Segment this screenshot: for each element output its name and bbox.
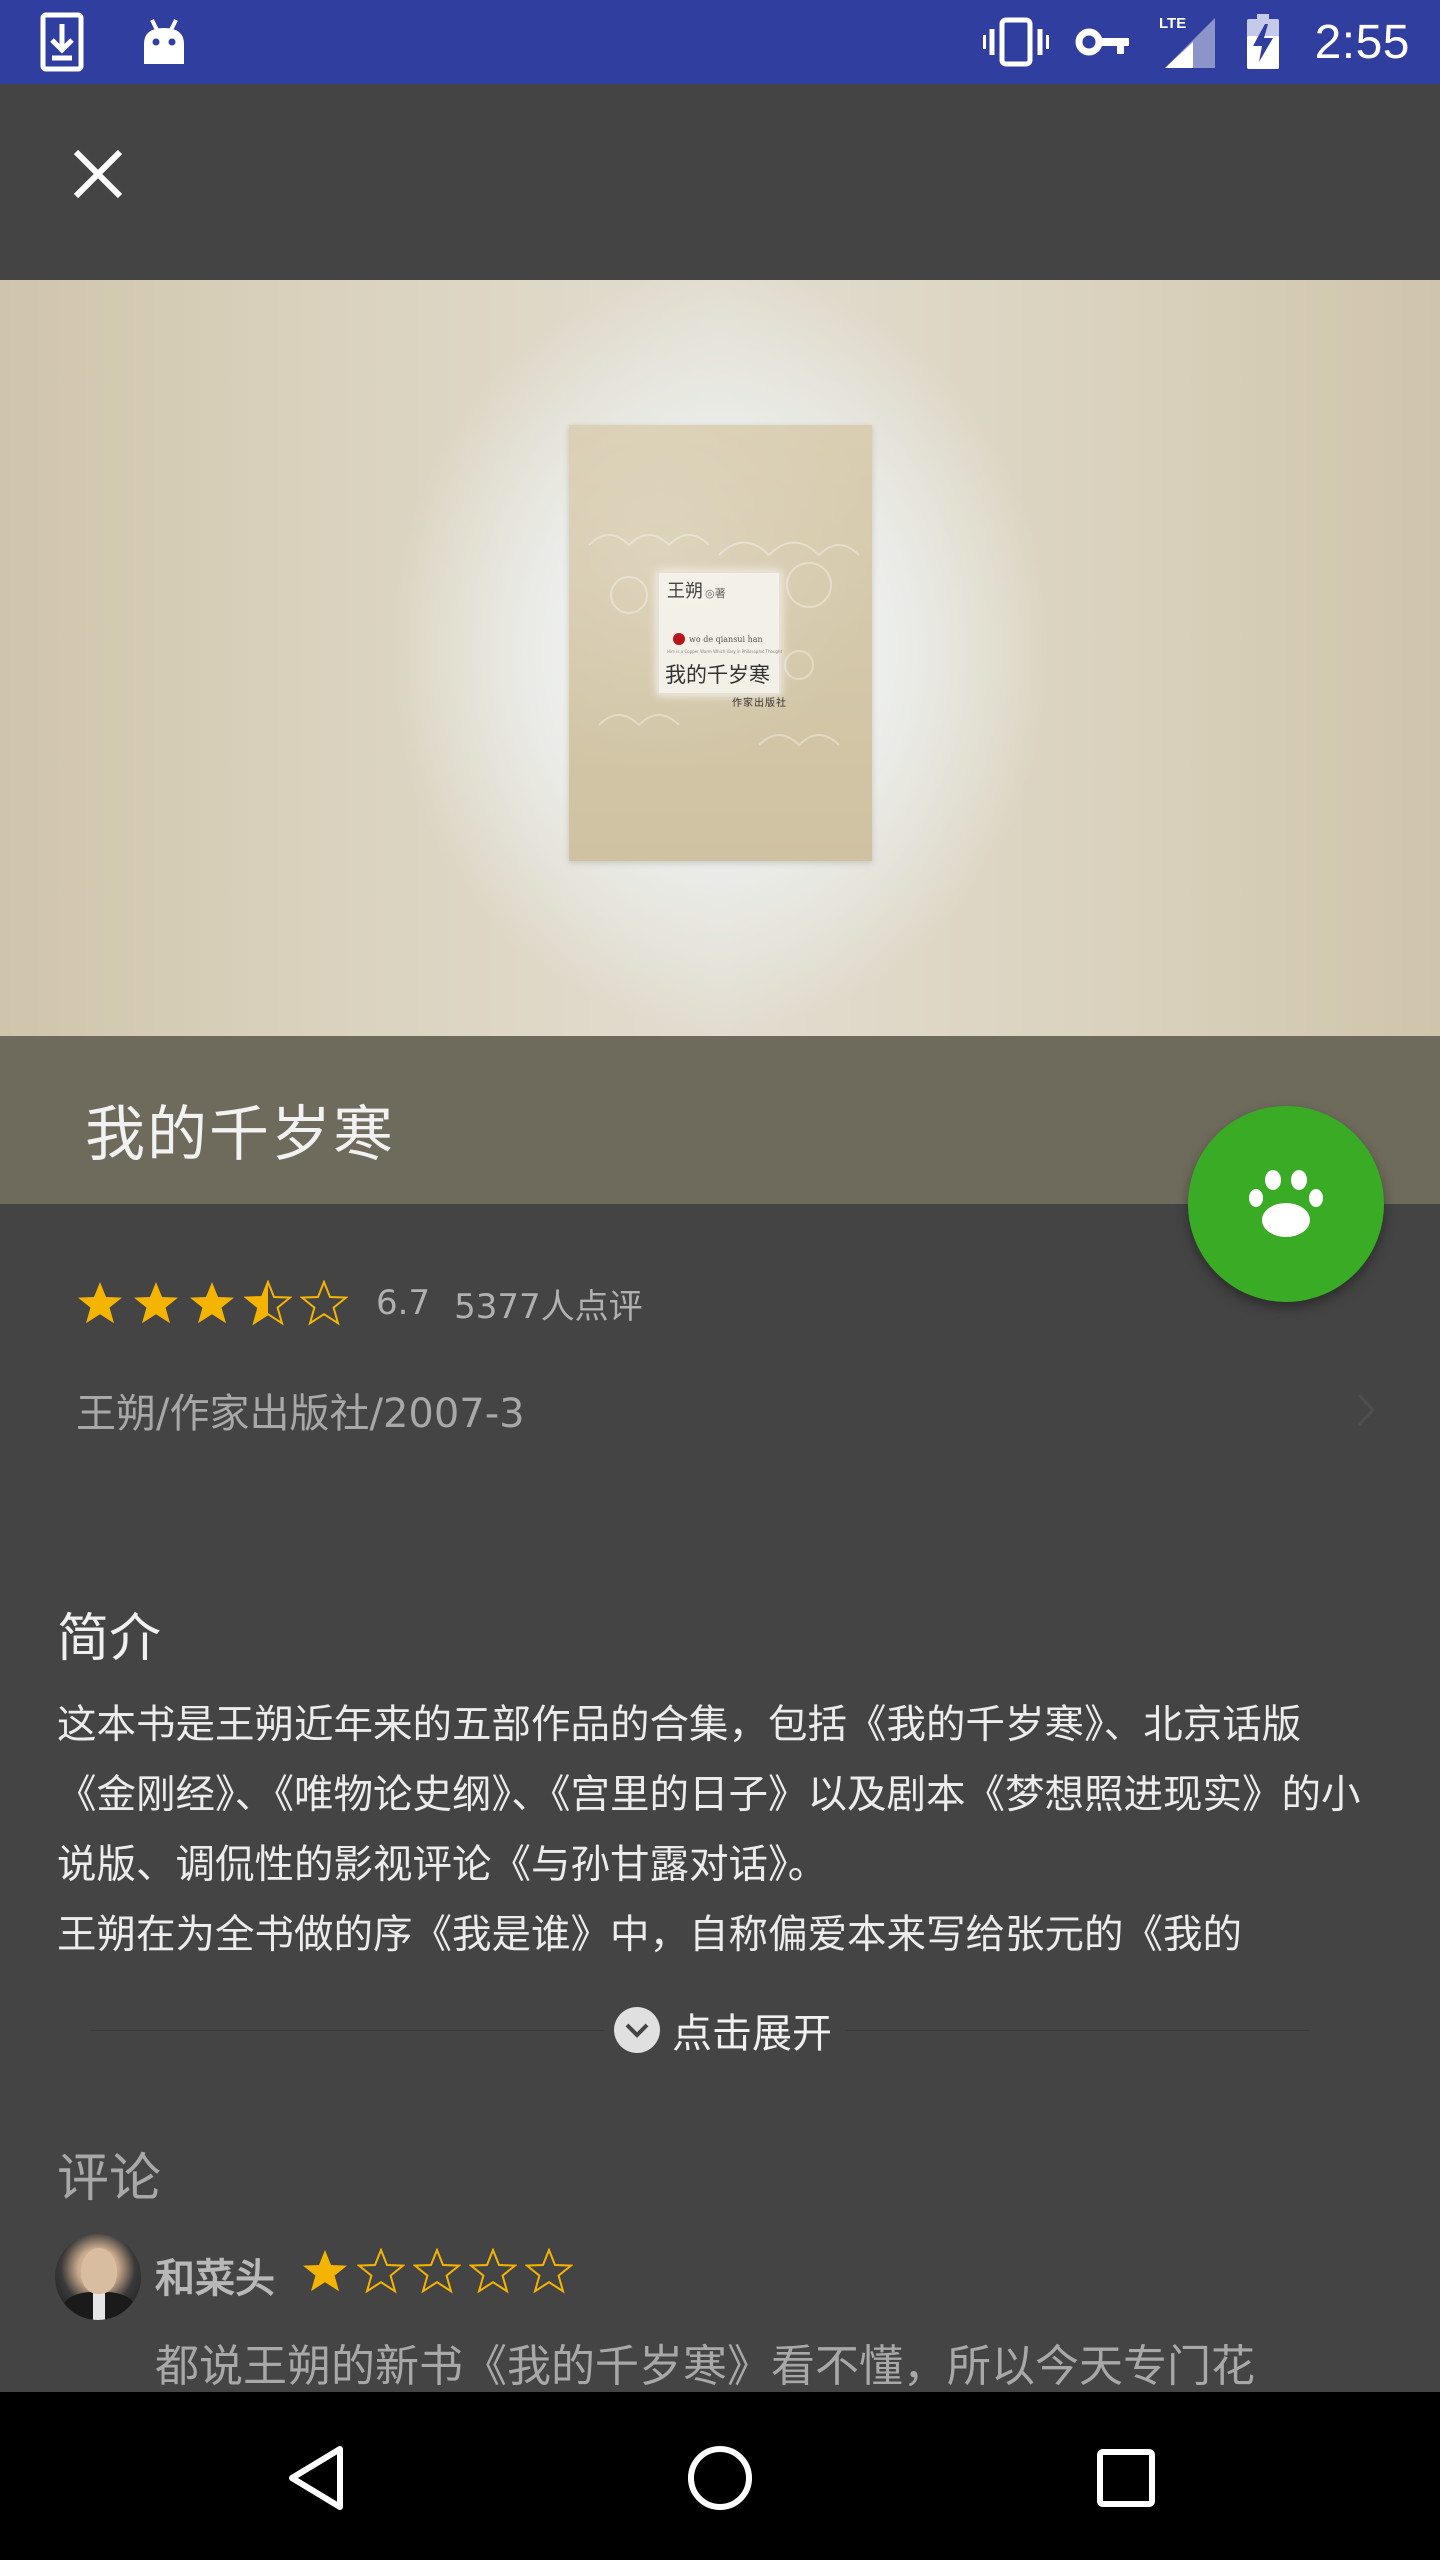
book-meta-row[interactable]: 王朔/作家出版社/2007-3 bbox=[76, 1380, 1376, 1440]
comments-heading: 评论 bbox=[57, 2149, 162, 2209]
cover-seal bbox=[673, 633, 685, 645]
cover-author: 王朔 ◎著 bbox=[667, 581, 726, 602]
comment-username[interactable]: 和菜头 bbox=[155, 2246, 275, 2304]
book-cover-header: 王朔 ◎著 wo de qiansui han Him is a Copper W… bbox=[0, 280, 1440, 1036]
android-icon bbox=[142, 18, 186, 66]
cover-title-label: 王朔 ◎著 wo de qiansui han Him is a Copper W… bbox=[657, 571, 786, 709]
close-button[interactable] bbox=[50, 126, 146, 222]
star-half-icon bbox=[244, 1280, 292, 1326]
book-title: 我的千岁寒 bbox=[85, 1100, 395, 1170]
lte-signal-icon: LTE bbox=[1157, 14, 1219, 70]
chevron-down-icon bbox=[614, 2007, 660, 2053]
star-filled-icon bbox=[303, 2250, 347, 2292]
download-icon bbox=[40, 12, 84, 72]
comment-text: 都说王朔的新书《我的千岁寒》看不懂，所以今天专门花 bbox=[155, 2341, 1255, 2392]
svg-text:LTE: LTE bbox=[1159, 15, 1186, 32]
rating-row: 6.7 5377人点评 bbox=[76, 1275, 643, 1331]
back-icon bbox=[289, 2446, 343, 2510]
status-time: 2:55 bbox=[1314, 15, 1410, 69]
book-meta: 王朔/作家出版社/2007-3 bbox=[76, 1391, 525, 1437]
star-empty-icon bbox=[525, 2248, 573, 2294]
star-empty-icon bbox=[300, 1280, 348, 1326]
vpn-key-icon bbox=[1075, 26, 1131, 58]
cover-publisher: 作家出版社 bbox=[732, 698, 787, 709]
cover-title: 我的千岁寒 bbox=[665, 663, 770, 687]
avatar[interactable] bbox=[55, 2234, 141, 2320]
paw-fab-button[interactable] bbox=[1188, 1106, 1384, 1302]
paw-icon bbox=[1249, 1170, 1323, 1237]
star-empty-icon bbox=[357, 2248, 405, 2294]
intro-text: 这本书是王朔近年来的五部作品的合集，包括《我的千岁寒》、北京话版《金刚经》、《唯… bbox=[57, 1702, 1361, 1958]
rating-score: 6.7 bbox=[376, 1283, 431, 1323]
book-cover-image: 王朔 ◎著 wo de qiansui han Him is a Copper W… bbox=[569, 425, 872, 861]
comment-rating-stars bbox=[301, 2248, 573, 2294]
comment-item[interactable]: 和菜头 都说王朔的新书《我的千岁寒》看不懂，所以今天专门花 bbox=[55, 2234, 1395, 2394]
star-filled-icon bbox=[134, 1282, 178, 1324]
rating-stars bbox=[76, 1280, 348, 1326]
star-filled-icon bbox=[190, 1282, 234, 1324]
expand-row: 点击展开 bbox=[90, 2000, 1310, 2060]
vibrate-icon bbox=[982, 17, 1049, 67]
intro-heading: 简介 bbox=[57, 1609, 162, 1669]
star-filled-icon bbox=[78, 1282, 122, 1324]
home-icon bbox=[688, 2446, 752, 2510]
toolbar bbox=[0, 84, 1440, 280]
back-button[interactable] bbox=[268, 2430, 364, 2526]
close-icon bbox=[73, 149, 123, 199]
chevron-right-icon bbox=[1357, 1393, 1376, 1427]
expand-label: 点击展开 bbox=[672, 2011, 832, 2057]
intro-body: 这本书是王朔近年来的五部作品的合集，包括《我的千岁寒》、北京话版《金刚经》、《唯… bbox=[57, 1690, 1377, 1970]
expand-button[interactable]: 点击展开 bbox=[604, 2000, 846, 2060]
star-empty-icon bbox=[469, 2248, 517, 2294]
recents-icon bbox=[1097, 2449, 1155, 2507]
battery-charging-icon bbox=[1245, 14, 1281, 70]
recents-button[interactable] bbox=[1078, 2430, 1174, 2526]
rating-count: 5377人点评 bbox=[454, 1286, 643, 1327]
home-button[interactable] bbox=[672, 2430, 768, 2526]
cover-subtitle: Him is a Copper Warm Which Vary in Philo… bbox=[667, 649, 783, 654]
status-bar: LTE 2:55 bbox=[0, 0, 1440, 84]
navigation-bar bbox=[0, 2392, 1440, 2560]
cover-pinyin: wo de qiansui han bbox=[689, 635, 763, 644]
star-empty-icon bbox=[413, 2248, 461, 2294]
